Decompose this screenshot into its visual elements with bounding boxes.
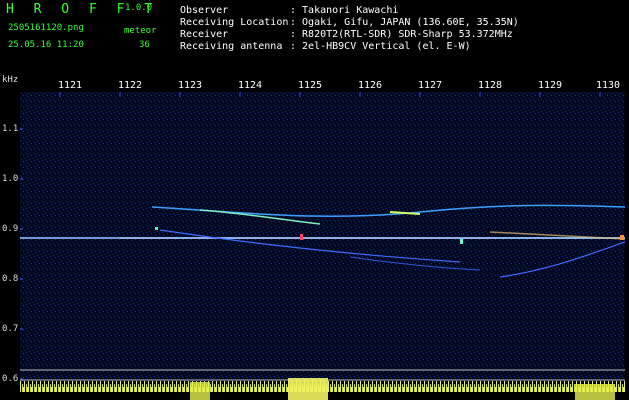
x-tick-1129: 1129: [538, 80, 563, 91]
file-datetime: 25.05.16 11:20: [8, 40, 84, 50]
file-name: 2505161120.png: [8, 23, 84, 33]
signal-level-peak-2: [190, 382, 210, 400]
x-tick-1128: 1128: [478, 80, 503, 91]
info-antenna-key: Receiving antenna: [180, 41, 283, 52]
x-tick-1121: 1121: [58, 80, 83, 91]
meteor-count: 36: [139, 40, 150, 50]
meteor-label: meteor: [124, 26, 157, 36]
noise-background: [20, 92, 625, 400]
y-tick-1-1: 1.1: [2, 124, 19, 134]
info-observer-key: Observer: [180, 5, 229, 16]
y-tick-0-9: 0.9: [2, 224, 19, 234]
y-tick-0-8: 0.8: [2, 274, 19, 284]
info-receiver-value: : R820T2(RTL-SDR) SDR-Sharp 53.372MHz: [290, 29, 513, 40]
x-tick-1122: 1122: [118, 80, 143, 91]
info-location-key: Receiving Location: [180, 17, 289, 28]
y-axis-unit: kHz: [2, 75, 19, 85]
x-tick-1123: 1123: [178, 80, 203, 91]
x-tick-1127: 1127: [418, 80, 443, 91]
info-receiver-key: Receiver: [180, 29, 229, 40]
y-tick-0-6: 0.6: [2, 374, 19, 384]
signal-level-peak-3: [575, 384, 615, 400]
info-observer-value: : Takanori Kawachi: [290, 5, 399, 16]
x-tick-1130: 1130: [596, 80, 621, 91]
x-tick-1124: 1124: [238, 80, 263, 91]
signal-level-peak: [288, 378, 328, 400]
x-tick-1125: 1125: [298, 80, 323, 91]
y-tick-1-0: 1.0: [2, 174, 19, 184]
hrofft-spectrogram-window: H R O F F T 1.0.0 2505161120.png 25.05.1…: [0, 0, 629, 400]
x-tick-1126: 1126: [358, 80, 383, 91]
spectrogram-plot: [20, 92, 625, 400]
app-version: 1.0.0: [125, 3, 153, 13]
y-tick-0-7: 0.7: [2, 324, 19, 334]
info-antenna-value: : 2el-HB9CV Vertical (el. E-W): [290, 41, 471, 52]
info-location-value: : Ogaki, Gifu, JAPAN (136.60E, 35.35N): [290, 17, 519, 28]
